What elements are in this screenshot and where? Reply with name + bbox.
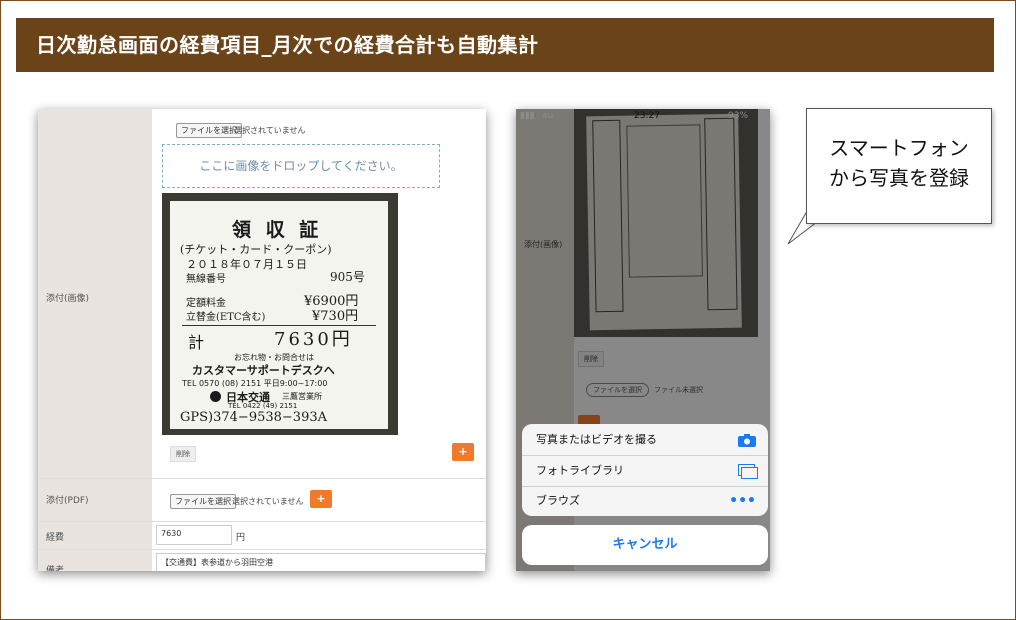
delete-button[interactable]: 削除 bbox=[170, 446, 196, 462]
take-photo-option[interactable]: 写真またはビデオを撮る bbox=[522, 425, 768, 455]
pdf-no-file-text: 選択されていません bbox=[232, 497, 304, 506]
camera-icon bbox=[738, 434, 756, 447]
add-image-button[interactable]: + bbox=[452, 443, 474, 461]
receipt-car-no: 905号 bbox=[330, 270, 365, 284]
smartphone-screenshot: ▮▮▮ au 23:27 93% 添付(画像) 削除 ファイルを選択 ファイル未… bbox=[516, 109, 770, 571]
file-select-button[interactable]: ファイルを選択 bbox=[176, 123, 242, 138]
receipt-support: カスタマーサポートデスクへ bbox=[192, 364, 335, 377]
action-sheet: 写真またはビデオを撮る フォトライブラリ ブラウズ ••• bbox=[522, 424, 768, 516]
receipt-fare-label: 定額料金 bbox=[186, 298, 226, 309]
receipt-tel: TEL 0570 (08) 2151 平日9:00~17:00 bbox=[182, 379, 328, 388]
row-divider bbox=[38, 478, 486, 479]
photo-library-label: フォトライブラリ bbox=[536, 464, 624, 477]
callout-bubble: スマートフォン から写真を登録 bbox=[806, 108, 992, 224]
receipt-title: 領 収 証 bbox=[232, 219, 323, 241]
row-divider bbox=[38, 521, 486, 522]
pdf-file-select-button[interactable]: ファイルを選択 bbox=[170, 494, 236, 509]
callout-line-2: から写真を登録 bbox=[829, 166, 969, 190]
expense-unit: 円 bbox=[236, 533, 246, 543]
no-file-text: 選択されていません bbox=[234, 126, 306, 135]
take-photo-label: 写真またはビデオを撮る bbox=[536, 433, 657, 446]
browse-option[interactable]: ブラウズ ••• bbox=[522, 486, 768, 516]
receipt-image: 領 収 証 (チケット・カード・クーポン) ２０１８年０７月１５日 無線番号 9… bbox=[170, 201, 388, 429]
browse-label: ブラウズ bbox=[536, 494, 580, 507]
receipt-kind: (チケット・カード・クーポン) bbox=[180, 243, 332, 256]
row-divider bbox=[38, 549, 486, 550]
callout-line-1: スマートフォン bbox=[829, 136, 969, 160]
note-input[interactable]: 【交通費】表参道から羽田空港 bbox=[156, 553, 486, 571]
receipt-total: 7630円 bbox=[274, 329, 353, 350]
receipt-car-label: 無線番号 bbox=[186, 274, 226, 285]
expense-input[interactable]: 7630 bbox=[156, 525, 232, 545]
cancel-button[interactable]: キャンセル bbox=[522, 525, 768, 565]
photo-library-icon bbox=[738, 464, 758, 479]
receipt-advance-label: 立替金(ETC含む) bbox=[186, 312, 266, 323]
receipt-office-tel: TEL 0422 (49) 2151 bbox=[228, 402, 298, 410]
label-expense: 経費 bbox=[46, 533, 65, 543]
label-note: 備考 bbox=[46, 566, 65, 571]
receipt-office: 三鷹営業所 bbox=[282, 392, 322, 401]
receipt-gps: GPS)374−9538−393A bbox=[180, 410, 327, 425]
photo-library-option[interactable]: フォトライブラリ bbox=[522, 456, 768, 486]
taxi-logo-icon bbox=[210, 391, 221, 402]
label-pdf: 添付(PDF) bbox=[46, 496, 89, 506]
receipt-advance: ¥730円 bbox=[312, 309, 359, 324]
label-image: 添付(画像) bbox=[46, 294, 90, 304]
desktop-form-screenshot: ファイルを選択 選択されていません ここに画像をドロップしてください。 領 収 … bbox=[38, 109, 486, 571]
receipt-total-label: 計 bbox=[188, 333, 205, 352]
banner-title: 日次勤怠画面の経費項目_月次での経費合計も自動集計 bbox=[16, 18, 994, 72]
image-dropzone[interactable]: ここに画像をドロップしてください。 bbox=[162, 144, 440, 188]
more-icon: ••• bbox=[729, 493, 756, 509]
add-pdf-button[interactable]: + bbox=[310, 490, 332, 508]
